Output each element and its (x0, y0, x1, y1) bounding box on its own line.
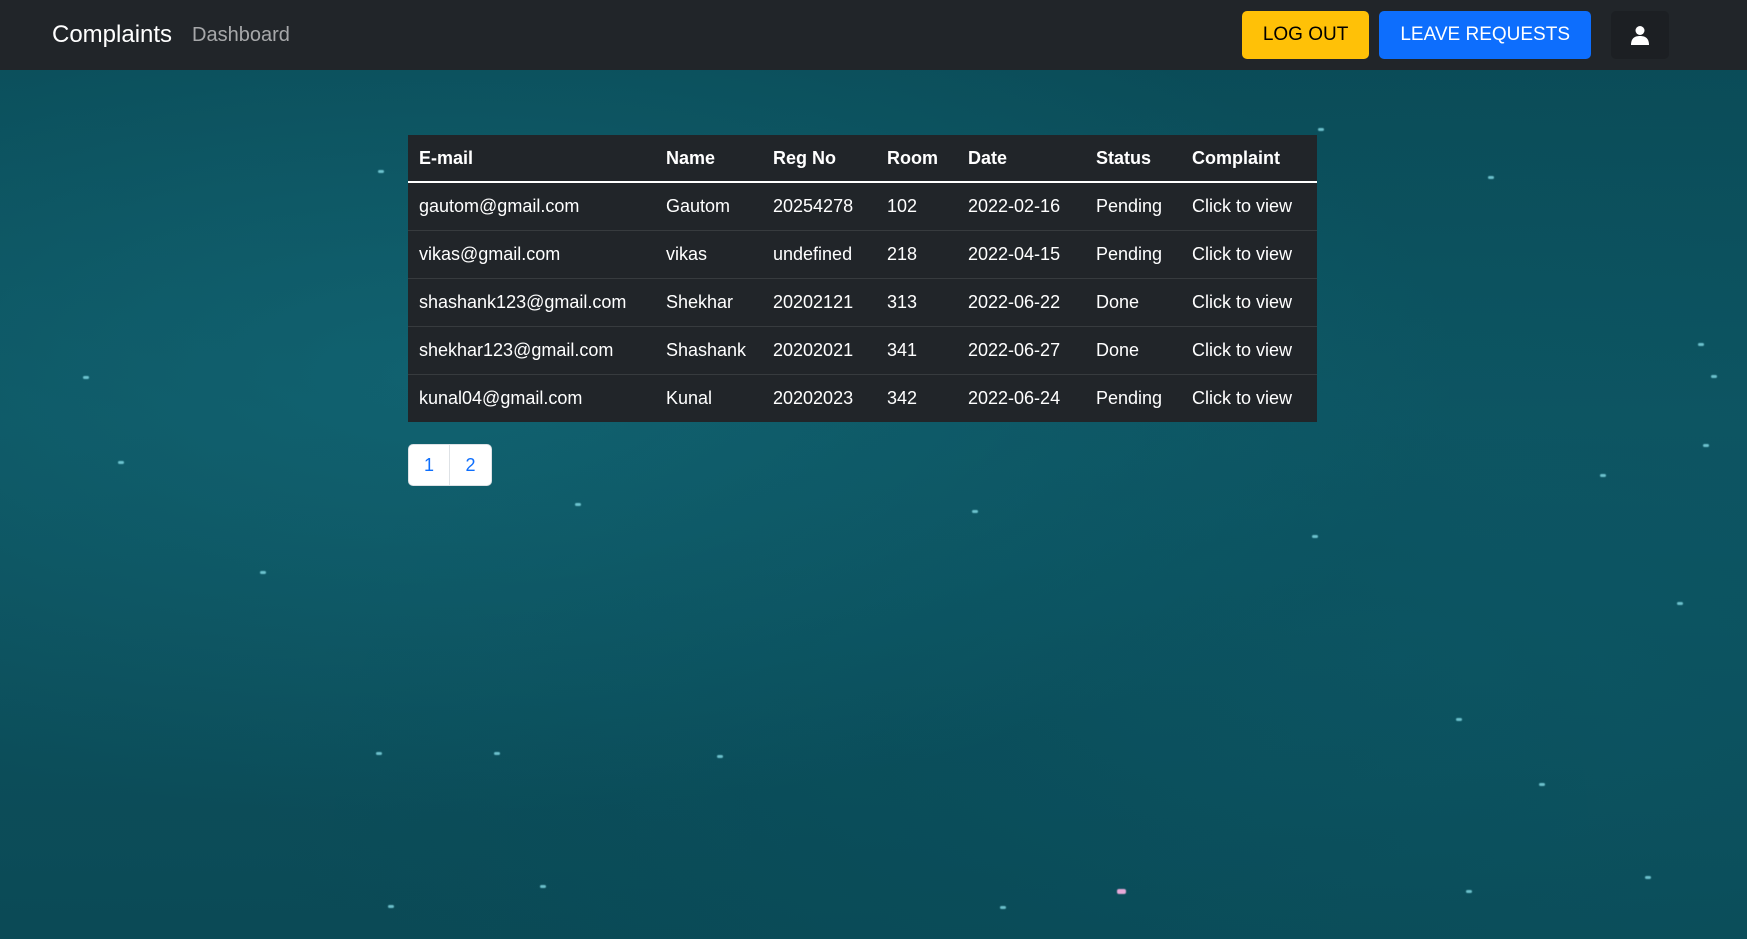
view-complaint-link[interactable]: Click to view (1181, 374, 1317, 422)
table-header-row: E-mail Name Reg No Room Date Status Comp… (408, 135, 1317, 183)
header-reg-no: Reg No (762, 135, 876, 183)
view-complaint-link[interactable]: Click to view (1181, 278, 1317, 327)
cell-email: gautom@gmail.com (408, 182, 655, 231)
background-speck (575, 503, 581, 506)
table-row: kunal04@gmail.com Kunal 20202023 342 202… (408, 374, 1317, 422)
table-row: gautom@gmail.com Gautom 20254278 102 202… (408, 182, 1317, 231)
background-speck (494, 752, 500, 755)
cell-room: 341 (876, 326, 957, 375)
pagination: 1 2 (408, 444, 1317, 486)
cell-status: Pending (1085, 182, 1181, 231)
background-speck (1488, 176, 1494, 179)
cell-reg-no: 20202021 (762, 326, 876, 375)
background-speck (1456, 718, 1462, 721)
cell-room: 102 (876, 182, 957, 231)
view-complaint-link[interactable]: Click to view (1181, 230, 1317, 279)
user-profile-button[interactable] (1611, 11, 1669, 59)
background-speck (1312, 535, 1318, 538)
view-complaint-link[interactable]: Click to view (1181, 182, 1317, 231)
background-speck (1466, 890, 1472, 893)
page-1-button[interactable]: 1 (408, 444, 450, 486)
cell-name: vikas (655, 230, 762, 279)
complaints-table: E-mail Name Reg No Room Date Status Comp… (408, 135, 1317, 422)
cell-status: Pending (1096, 387, 1163, 408)
logout-button[interactable]: LOG OUT (1241, 11, 1370, 59)
user-icon (1631, 26, 1649, 45)
background-speck (83, 376, 89, 379)
cell-email: kunal04@gmail.com (419, 387, 583, 408)
background-speck (1677, 602, 1683, 605)
header-room: Room (876, 135, 957, 183)
cell-name: Gautom (655, 182, 762, 231)
cell-email: shekhar123@gmail.com (408, 326, 655, 375)
header-complaint: Complaint (1181, 135, 1317, 183)
cell-reg-no: 20254278 (762, 182, 876, 231)
header-email: E-mail (408, 135, 655, 183)
background-speck (1703, 444, 1709, 447)
background-speck (1645, 876, 1651, 879)
cell-status: Pending (1085, 230, 1181, 279)
dashboard-link[interactable]: Dashboard (192, 24, 290, 47)
cell-email: shashank123@gmail.com (408, 278, 655, 327)
brand-link[interactable]: Complaints (52, 21, 172, 49)
background-speck (378, 170, 384, 173)
cell-reg-no: 20202023 (773, 387, 854, 408)
cell-reg-no: 20202121 (762, 278, 876, 327)
background-speck (1000, 906, 1006, 909)
background-speck (717, 755, 723, 758)
cell-date: 2022-06-27 (957, 326, 1085, 375)
cell-email: vikas@gmail.com (408, 230, 655, 279)
background-speck (1600, 474, 1606, 477)
view-complaint-link[interactable]: Click to view (1181, 326, 1317, 375)
navbar: Complaints Dashboard LOG OUT LEAVE REQUE… (0, 0, 1747, 70)
cell-name: Kunal (666, 387, 713, 408)
background-speck (1117, 889, 1126, 894)
cell-status: Done (1085, 278, 1181, 327)
background-speck (376, 752, 382, 755)
background-speck (118, 461, 124, 464)
cell-reg-no: undefined (762, 230, 876, 279)
background-speck (972, 510, 978, 513)
header-name: Name (655, 135, 762, 183)
background-speck (388, 905, 394, 908)
header-status: Status (1085, 135, 1181, 183)
leave-requests-button[interactable]: LEAVE REQUESTS (1379, 11, 1591, 59)
background-speck (260, 571, 266, 574)
cell-date: 2022-02-16 (957, 182, 1085, 231)
header-date: Date (957, 135, 1085, 183)
cell-room: 342 (887, 387, 918, 408)
table-row: vikas@gmail.com vikas undefined 218 2022… (408, 230, 1317, 279)
table-row: shashank123@gmail.com Shekhar 20202121 3… (408, 278, 1317, 327)
background-speck (540, 885, 546, 888)
cell-room: 218 (876, 230, 957, 279)
background-speck (1318, 128, 1324, 131)
background-speck (1711, 375, 1717, 378)
cell-date: 2022-04-15 (957, 230, 1085, 279)
page-2-button[interactable]: 2 (450, 444, 492, 486)
table-row: shekhar123@gmail.com Shashank 20202021 3… (408, 326, 1317, 375)
navbar-actions: LOG OUT LEAVE REQUESTS (1241, 11, 1669, 59)
cell-date: 2022-06-22 (957, 278, 1085, 327)
cell-room: 313 (876, 278, 957, 327)
background-speck (1539, 783, 1545, 786)
cell-date: 2022-06-24 (968, 387, 1061, 408)
cell-status: Done (1085, 326, 1181, 375)
background-speck (1698, 343, 1704, 346)
cell-name: Shashank (655, 326, 762, 375)
cell-name: Shekhar (655, 278, 762, 327)
complaints-content: E-mail Name Reg No Room Date Status Comp… (408, 135, 1317, 486)
